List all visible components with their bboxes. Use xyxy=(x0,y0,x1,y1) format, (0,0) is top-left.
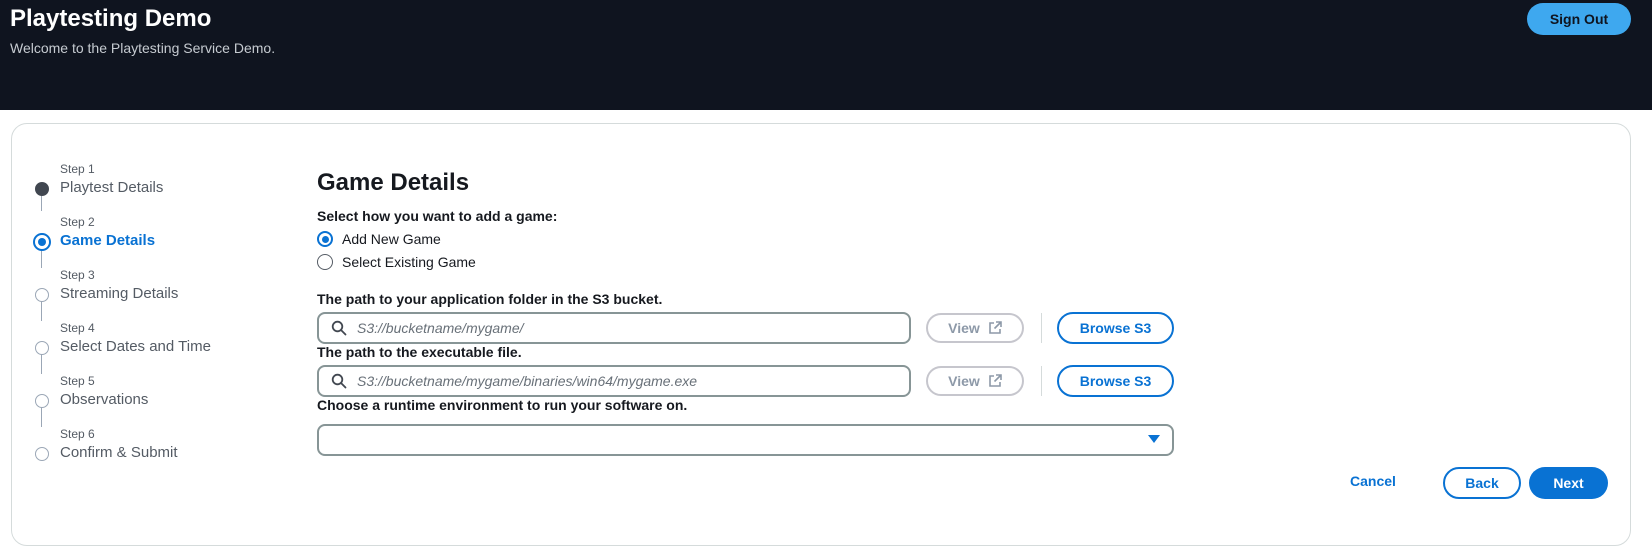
step-number: Step 1 xyxy=(60,162,95,176)
step-name: Observations xyxy=(60,391,149,408)
runtime-label: Choose a runtime environment to run your… xyxy=(317,397,688,413)
divider xyxy=(1041,313,1042,343)
search-icon xyxy=(331,320,347,336)
view-label: View xyxy=(948,320,980,336)
executable-input[interactable] xyxy=(357,373,877,389)
step-status-dot xyxy=(35,394,49,408)
cancel-button[interactable]: Cancel xyxy=(1350,473,1396,489)
app-subtitle: Welcome to the Playtesting Service Demo. xyxy=(10,40,276,56)
step-status-dot xyxy=(35,182,49,196)
search-icon xyxy=(331,373,347,389)
add-game-label: Select how you want to add a game: xyxy=(317,208,558,224)
radio-select-existing-game[interactable]: Select Existing Game xyxy=(317,252,476,272)
step-status-dot xyxy=(33,233,51,251)
view-app-folder-button[interactable]: View xyxy=(926,313,1024,343)
radio-button[interactable] xyxy=(317,231,333,247)
wizard-card: Step 1 Playtest Details Step 2 Game Deta… xyxy=(11,123,1631,546)
external-link-icon xyxy=(989,321,1002,334)
step-name: Game Details xyxy=(60,232,156,249)
radio-label: Add New Game xyxy=(342,231,441,247)
executable-field[interactable] xyxy=(317,365,911,397)
browse-s3-button[interactable]: Browse S3 xyxy=(1057,365,1174,397)
step-number: Step 6 xyxy=(60,427,95,441)
step-number: Step 5 xyxy=(60,374,95,388)
step-2[interactable]: Step 2 Game Details xyxy=(12,215,272,271)
section-title: Game Details xyxy=(317,169,470,196)
app-title: Playtesting Demo xyxy=(10,5,212,32)
step-name: Select Dates and Time xyxy=(60,338,211,355)
radio-add-new-game[interactable]: Add New Game xyxy=(317,229,441,249)
browse-s3-button[interactable]: Browse S3 xyxy=(1057,312,1174,344)
executable-label: The path to the executable file. xyxy=(317,344,522,360)
app-folder-field[interactable] xyxy=(317,312,911,344)
radio-label: Select Existing Game xyxy=(342,254,476,270)
step-1[interactable]: Step 1 Playtest Details xyxy=(12,162,272,218)
step-4: Step 4 Select Dates and Time xyxy=(12,321,272,377)
step-status-dot xyxy=(35,288,49,302)
step-5: Step 5 Observations xyxy=(12,374,272,430)
step-3: Step 3 Streaming Details xyxy=(12,268,272,324)
view-executable-button[interactable]: View xyxy=(926,366,1024,396)
divider xyxy=(1041,366,1042,396)
view-label: View xyxy=(948,373,980,389)
step-name: Playtest Details xyxy=(60,179,164,196)
app-folder-input[interactable] xyxy=(357,320,877,336)
caret-down-icon xyxy=(1148,435,1160,443)
step-name: Confirm & Submit xyxy=(60,444,178,461)
next-button[interactable]: Next xyxy=(1529,467,1608,499)
back-button[interactable]: Back xyxy=(1443,467,1521,499)
radio-button[interactable] xyxy=(317,254,333,270)
step-name: Streaming Details xyxy=(60,285,179,302)
step-status-dot xyxy=(35,341,49,355)
external-link-icon xyxy=(989,374,1002,387)
step-number: Step 3 xyxy=(60,268,95,282)
step-6: Step 6 Confirm & Submit xyxy=(12,427,272,483)
sign-out-button[interactable]: Sign Out xyxy=(1527,3,1631,35)
step-number: Step 4 xyxy=(60,321,95,335)
runtime-select[interactable] xyxy=(317,424,1174,456)
app-folder-label: The path to your application folder in t… xyxy=(317,291,663,307)
top-bar: Playtesting Demo Welcome to the Playtest… xyxy=(0,0,1652,110)
step-status-dot xyxy=(35,447,49,461)
step-number: Step 2 xyxy=(60,215,95,229)
